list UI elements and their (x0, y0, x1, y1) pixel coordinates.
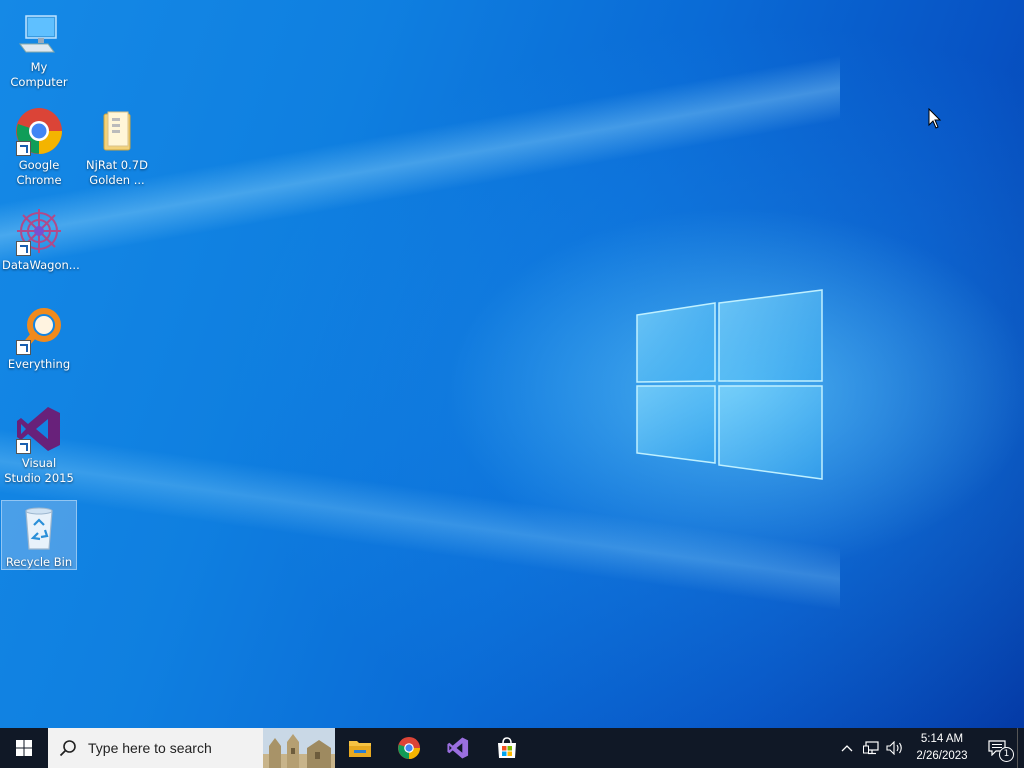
visual-studio-icon (446, 737, 468, 759)
visual-studio-icon (14, 404, 64, 454)
windows-start-icon (16, 740, 32, 756)
taskbar: Type here to search 5:14 AM 2/26/2023 1 (0, 728, 1024, 768)
volume-icon[interactable] (883, 728, 907, 768)
computer-icon (14, 8, 64, 58)
system-tray: 5:14 AM 2/26/2023 1 (835, 728, 1024, 768)
desktop-icon-datawagon[interactable]: DataWagon... (2, 200, 80, 273)
desktop-icon-my-computer[interactable]: My Computer (2, 2, 76, 90)
chrome-taskbar-button[interactable] (384, 728, 433, 768)
shortcut-arrow-icon (16, 141, 31, 156)
folder-icon (92, 106, 142, 156)
microsoft-store-icon (497, 737, 516, 758)
desktop-icon-visual-studio-2015[interactable]: Visual Studio 2015 (2, 398, 76, 486)
desktop-icon-recycle-bin[interactable]: Recycle Bin (1, 500, 77, 570)
recycle-bin-icon (14, 503, 64, 553)
everything-search-icon (14, 305, 64, 355)
visual-studio-taskbar-button[interactable] (433, 728, 482, 768)
search-highlight-image (263, 728, 335, 768)
desktop-icon-google-chrome[interactable]: Google Chrome (2, 100, 76, 188)
datawagon-icon (14, 206, 64, 256)
microsoft-store-button[interactable] (482, 728, 531, 768)
shortcut-arrow-icon (16, 241, 31, 256)
chrome-icon (397, 736, 420, 760)
clock-date: 2/26/2023 (916, 750, 968, 762)
shortcut-arrow-icon (16, 439, 31, 454)
show-desktop-button[interactable] (1017, 728, 1024, 768)
file-explorer-icon (348, 741, 371, 757)
file-explorer-button[interactable] (335, 728, 384, 768)
chevron-up-icon[interactable] (835, 728, 859, 768)
shortcut-arrow-icon (16, 340, 31, 355)
chrome-icon (14, 106, 64, 156)
start-button[interactable] (0, 728, 48, 768)
clock-time: 5:14 AM (920, 733, 964, 745)
network-icon[interactable] (859, 728, 883, 768)
desktop-icon-everything[interactable]: Everything (2, 299, 76, 372)
clock[interactable]: 5:14 AM 2/26/2023 (907, 731, 977, 765)
windows-logo-wallpaper (630, 285, 830, 485)
desktop-icon-njrat-folder[interactable]: NjRat 0.7D Golden ... (80, 100, 154, 188)
action-center-button[interactable]: 1 (977, 728, 1017, 768)
mouse-cursor-icon (928, 107, 942, 134)
search-icon (48, 739, 88, 757)
notification-count-badge: 1 (999, 747, 1014, 762)
search-input[interactable]: Type here to search (48, 728, 335, 768)
desktop[interactable]: My Computer Google Chrome NjRat 0.7D Gol… (0, 0, 1024, 728)
